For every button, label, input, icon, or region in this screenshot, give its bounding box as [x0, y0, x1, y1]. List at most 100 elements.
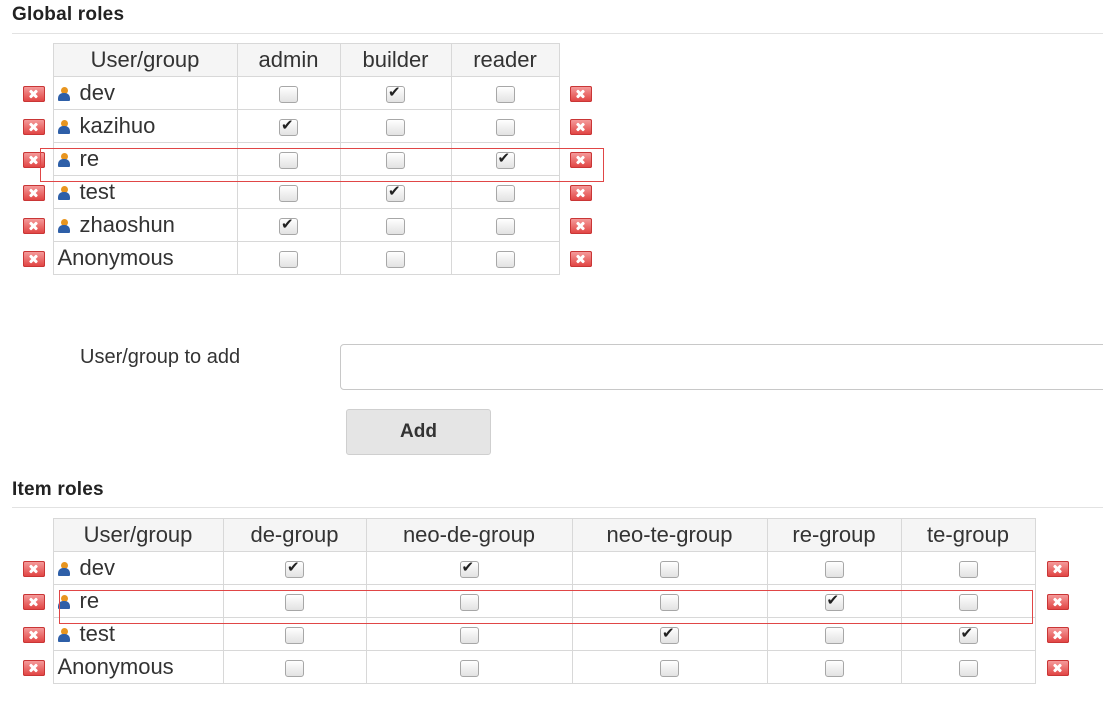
delete-cell [559, 76, 603, 110]
delete-icon[interactable] [23, 627, 46, 644]
role-checkbox[interactable] [824, 626, 844, 644]
delete-icon[interactable] [1047, 660, 1070, 677]
delete-cell [16, 584, 53, 618]
global-roles-role-cell [450, 109, 560, 143]
role-checkbox[interactable] [824, 591, 844, 611]
role-checkbox[interactable] [386, 151, 405, 169]
user-icon-body [57, 601, 70, 609]
delete-icon[interactable] [570, 218, 593, 235]
item-roles-role-cell [766, 617, 902, 651]
role-checkbox[interactable] [285, 626, 304, 644]
role-checkbox[interactable] [285, 593, 304, 611]
role-checkbox[interactable] [824, 560, 844, 578]
role-checkbox[interactable] [495, 118, 515, 136]
item-roles-role-cell [365, 650, 573, 684]
user-group-to-add-label: User/group to add [80, 346, 241, 368]
role-checkbox[interactable] [386, 118, 405, 136]
role-checkbox[interactable] [958, 593, 978, 611]
item-roles-role-cell [222, 650, 367, 684]
delete-icon[interactable] [570, 251, 593, 268]
item-roles-column-header: te-group [900, 518, 1036, 552]
role-checkbox[interactable] [285, 659, 304, 677]
global-roles-name-cell: test [52, 175, 238, 209]
user-icon-body [57, 192, 70, 200]
role-checkbox[interactable] [958, 659, 978, 677]
role-checkbox[interactable] [495, 85, 515, 103]
role-checkbox[interactable] [459, 626, 479, 644]
delete-icon[interactable] [23, 594, 46, 611]
role-checkbox[interactable] [279, 184, 298, 202]
global-roles-name-cell: Anonymous [52, 241, 238, 275]
role-checkbox[interactable] [279, 215, 298, 235]
delete-cell [16, 650, 53, 684]
global-roles-name-label: kazihuo [79, 113, 156, 138]
user-icon-body [57, 225, 70, 233]
role-checkbox[interactable] [495, 149, 515, 169]
role-checkbox[interactable] [459, 593, 479, 611]
global-roles-role-cell [450, 175, 560, 209]
delete-icon[interactable] [570, 119, 593, 136]
role-checkbox[interactable] [386, 250, 405, 268]
global-roles-name-label: zhaoshun [79, 212, 175, 237]
role-checkbox[interactable] [285, 558, 304, 578]
delete-icon[interactable] [1047, 561, 1070, 578]
item-roles-role-cell [571, 650, 768, 684]
global-roles-role-cell [236, 76, 341, 110]
role-checkbox[interactable] [958, 560, 978, 578]
item-roles-name-label: dev [79, 555, 115, 580]
user-icon [57, 87, 70, 101]
add-button[interactable]: Add [346, 409, 491, 455]
delete-icon[interactable] [570, 152, 593, 169]
role-checkbox[interactable] [279, 116, 298, 136]
delete-cell [559, 109, 603, 143]
role-checkbox[interactable] [459, 659, 479, 677]
delete-icon[interactable] [23, 86, 46, 103]
role-checkbox[interactable] [279, 250, 298, 268]
delete-icon[interactable] [1047, 627, 1070, 644]
delete-icon[interactable] [1047, 594, 1070, 611]
delete-icon[interactable] [570, 86, 593, 103]
delete-cell [16, 241, 53, 275]
delete-icon[interactable] [570, 185, 593, 202]
role-checkbox[interactable] [279, 85, 298, 103]
role-checkbox[interactable] [495, 217, 515, 235]
delete-cell [16, 208, 53, 242]
global-roles-header-spacer [16, 43, 53, 77]
global-roles-role-cell [236, 208, 341, 242]
item-roles-role-cell [222, 617, 367, 651]
delete-icon[interactable] [23, 185, 46, 202]
item-roles-name-label: re [79, 588, 100, 613]
role-checkbox[interactable] [386, 217, 405, 235]
role-checkbox[interactable] [495, 250, 515, 268]
item-roles-name-cell: re [52, 584, 224, 618]
global-roles-row: Anonymous [16, 241, 603, 275]
global-roles-column-header: reader [450, 43, 560, 77]
role-checkbox[interactable] [279, 151, 298, 169]
user-icon-body [57, 634, 70, 642]
role-checkbox[interactable] [386, 182, 405, 202]
user-group-to-add-input[interactable] [340, 344, 1103, 390]
role-checkbox[interactable] [459, 558, 479, 578]
item-roles-row: re [16, 584, 1081, 618]
global-roles-table: User/groupadminbuilderreader dev kazihuo r… [16, 43, 603, 275]
role-checkbox[interactable] [824, 659, 844, 677]
delete-cell [559, 142, 603, 176]
role-checkbox[interactable] [660, 593, 679, 611]
role-checkbox[interactable] [660, 659, 679, 677]
delete-icon[interactable] [23, 152, 46, 169]
delete-icon[interactable] [23, 119, 46, 136]
delete-icon[interactable] [23, 660, 46, 677]
role-checkbox[interactable] [958, 624, 978, 644]
global-roles-name-cell: re [52, 142, 238, 176]
item-roles-role-cell [900, 551, 1036, 585]
role-checkbox[interactable] [660, 624, 679, 644]
user-icon [57, 595, 70, 609]
global-roles-role-cell [339, 142, 452, 176]
role-checkbox[interactable] [495, 184, 515, 202]
global-roles-header-spacer [559, 43, 603, 77]
delete-icon[interactable] [23, 561, 46, 578]
role-checkbox[interactable] [660, 560, 679, 578]
delete-icon[interactable] [23, 218, 46, 235]
delete-icon[interactable] [23, 251, 46, 268]
role-checkbox[interactable] [386, 83, 405, 103]
